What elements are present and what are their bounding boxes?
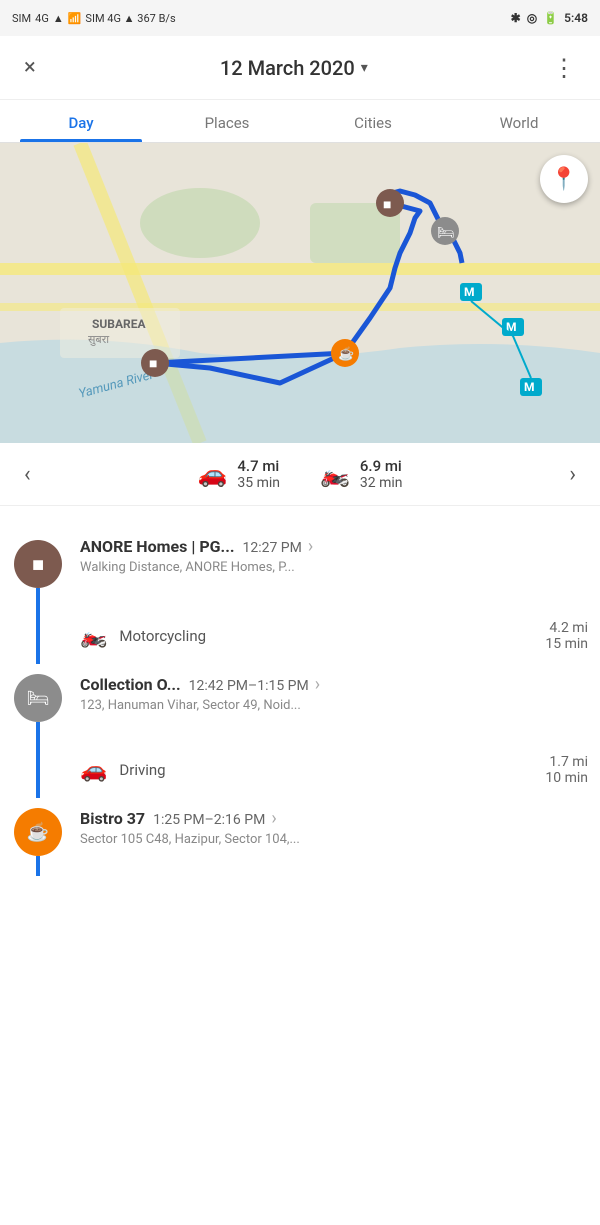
map-view[interactable]: Yamuna River SUBAREA सुबरा M M M ■ ☕ ■ 🛏… (0, 143, 600, 443)
segment-2: 🚗 Driving 1.7 mi 10 min (0, 742, 600, 798)
segment-2-distance: 1.7 mi (545, 754, 588, 770)
status-right: ✱ ◎ 🔋 5:48 (511, 11, 588, 25)
moto-icon: 🏍️ (320, 460, 350, 488)
close-button[interactable]: × (16, 47, 44, 88)
next-transport-button[interactable]: › (561, 462, 584, 487)
segment-2-distance-info: 1.7 mi 10 min (545, 754, 588, 786)
segment-2-icon: 🚗 (80, 758, 107, 783)
timeline: ■ ANORE Homes | PG... 12:27 PM › Walking… (0, 506, 600, 892)
transport-options: 🚗 4.7 mi 35 min 🏍️ 6.9 mi 32 min (39, 457, 562, 491)
segment-1-icon: 🏍️ (80, 624, 107, 649)
segment-2-duration: 10 min (545, 770, 588, 786)
location-icon: ◎ (527, 11, 537, 25)
prev-transport-button[interactable]: ‹ (16, 462, 39, 487)
entry-3-address: Sector 105 C48, Hazipur, Sector 104,... (80, 832, 588, 847)
time-display: 5:48 (564, 11, 588, 25)
svg-text:सुबरा: सुबरा (88, 333, 109, 346)
svg-text:M: M (524, 380, 535, 394)
segment-1: 🏍️ Motorcycling 4.2 mi 15 min (0, 608, 600, 664)
transport-row: ‹ 🚗 4.7 mi 35 min 🏍️ 6.9 mi 32 min › (0, 443, 600, 506)
battery-icon: 🔋 (543, 11, 558, 25)
segment-2-label: Driving (119, 761, 545, 779)
timeline-entry-3: ☕ Bistro 37 1:25 PM–2:16 PM › Sector 105… (0, 798, 600, 876)
car-info: 4.7 mi 35 min (237, 457, 280, 491)
entry-2-time: 12:42 PM–1:15 PM (189, 678, 309, 694)
timeline-entry-1: ■ ANORE Homes | PG... 12:27 PM › Walking… (0, 522, 600, 608)
network-icon: 4G (35, 12, 49, 25)
date-label: 12 March 2020 (220, 56, 355, 80)
entry-3-chevron: › (271, 808, 276, 829)
date-dropdown-arrow: ▾ (361, 60, 368, 76)
moto-distance: 6.9 mi (360, 457, 403, 475)
entry-3-name: Bistro 37 (80, 809, 145, 828)
entry-2-address: 123, Hanuman Vihar, Sector 49, Noid... (80, 698, 588, 713)
entry-1-chevron: › (308, 536, 313, 557)
location-pin-icon: 📍 (550, 167, 577, 192)
bluetooth-icon: ✱ (511, 11, 521, 25)
entry-2-icon: 🛏 (14, 674, 62, 722)
moto-info: 6.9 mi 32 min (360, 457, 403, 491)
status-left: SIM 4G ▲ 📶 SIM 4G ▲ 367 B/s (12, 12, 176, 25)
tab-places[interactable]: Places (154, 100, 300, 142)
svg-text:SUBAREA: SUBAREA (92, 317, 146, 331)
moto-time: 32 min (360, 475, 403, 491)
entry-1-icon: ■ (14, 540, 62, 588)
tab-day[interactable]: Day (8, 100, 154, 142)
svg-text:■: ■ (149, 356, 157, 372)
entry-1-time: 12:27 PM (242, 540, 301, 556)
car-option: 🚗 4.7 mi 35 min (197, 457, 280, 491)
entry-2-name: Collection O... (80, 675, 181, 694)
entry-1-name: ANORE Homes | PG... (80, 537, 234, 556)
sim-icon: SIM (12, 12, 31, 25)
more-button[interactable]: ⋮ (544, 46, 584, 90)
wifi-icon: 📶 (68, 12, 82, 25)
tabs-bar: Day Places Cities World (0, 100, 600, 143)
entry-2-chevron: › (315, 674, 320, 695)
entry-1-address: Walking Distance, ANORE Homes, P... (80, 560, 588, 575)
data-speed: SIM 4G ▲ 367 B/s (85, 12, 175, 25)
entry-3-icon: ☕ (14, 808, 62, 856)
segment-1-distance: 4.2 mi (545, 620, 588, 636)
signal-icon: ▲ (53, 12, 64, 25)
tab-world[interactable]: World (446, 100, 592, 142)
header: × 12 March 2020 ▾ ⋮ (0, 36, 600, 100)
status-bar: SIM 4G ▲ 📶 SIM 4G ▲ 367 B/s ✱ ◎ 🔋 5:48 (0, 0, 600, 36)
map-location-button[interactable]: 📍 (540, 155, 588, 203)
header-title[interactable]: 12 March 2020 ▾ (220, 56, 368, 80)
tab-cities[interactable]: Cities (300, 100, 446, 142)
segment-1-distance-info: 4.2 mi 15 min (545, 620, 588, 652)
svg-text:■: ■ (383, 197, 391, 213)
segment-1-label: Motorcycling (119, 627, 545, 645)
timeline-entry-2: 🛏 Collection O... 12:42 PM–1:15 PM › 123… (0, 664, 600, 742)
car-icon: 🚗 (197, 460, 227, 488)
car-time: 35 min (237, 475, 280, 491)
segment-1-duration: 15 min (545, 636, 588, 652)
entry-1-content[interactable]: ANORE Homes | PG... 12:27 PM › Walking D… (76, 522, 600, 608)
entry-2-content[interactable]: Collection O... 12:42 PM–1:15 PM › 123, … (76, 664, 600, 742)
moto-option: 🏍️ 6.9 mi 32 min (320, 457, 403, 491)
entry-3-content[interactable]: Bistro 37 1:25 PM–2:16 PM › Sector 105 C… (76, 798, 600, 876)
svg-text:M: M (464, 285, 475, 299)
entry-3-time: 1:25 PM–2:16 PM (153, 812, 265, 828)
svg-text:🛏: 🛏 (437, 225, 455, 241)
car-distance: 4.7 mi (237, 457, 280, 475)
svg-text:☕: ☕ (338, 345, 354, 362)
